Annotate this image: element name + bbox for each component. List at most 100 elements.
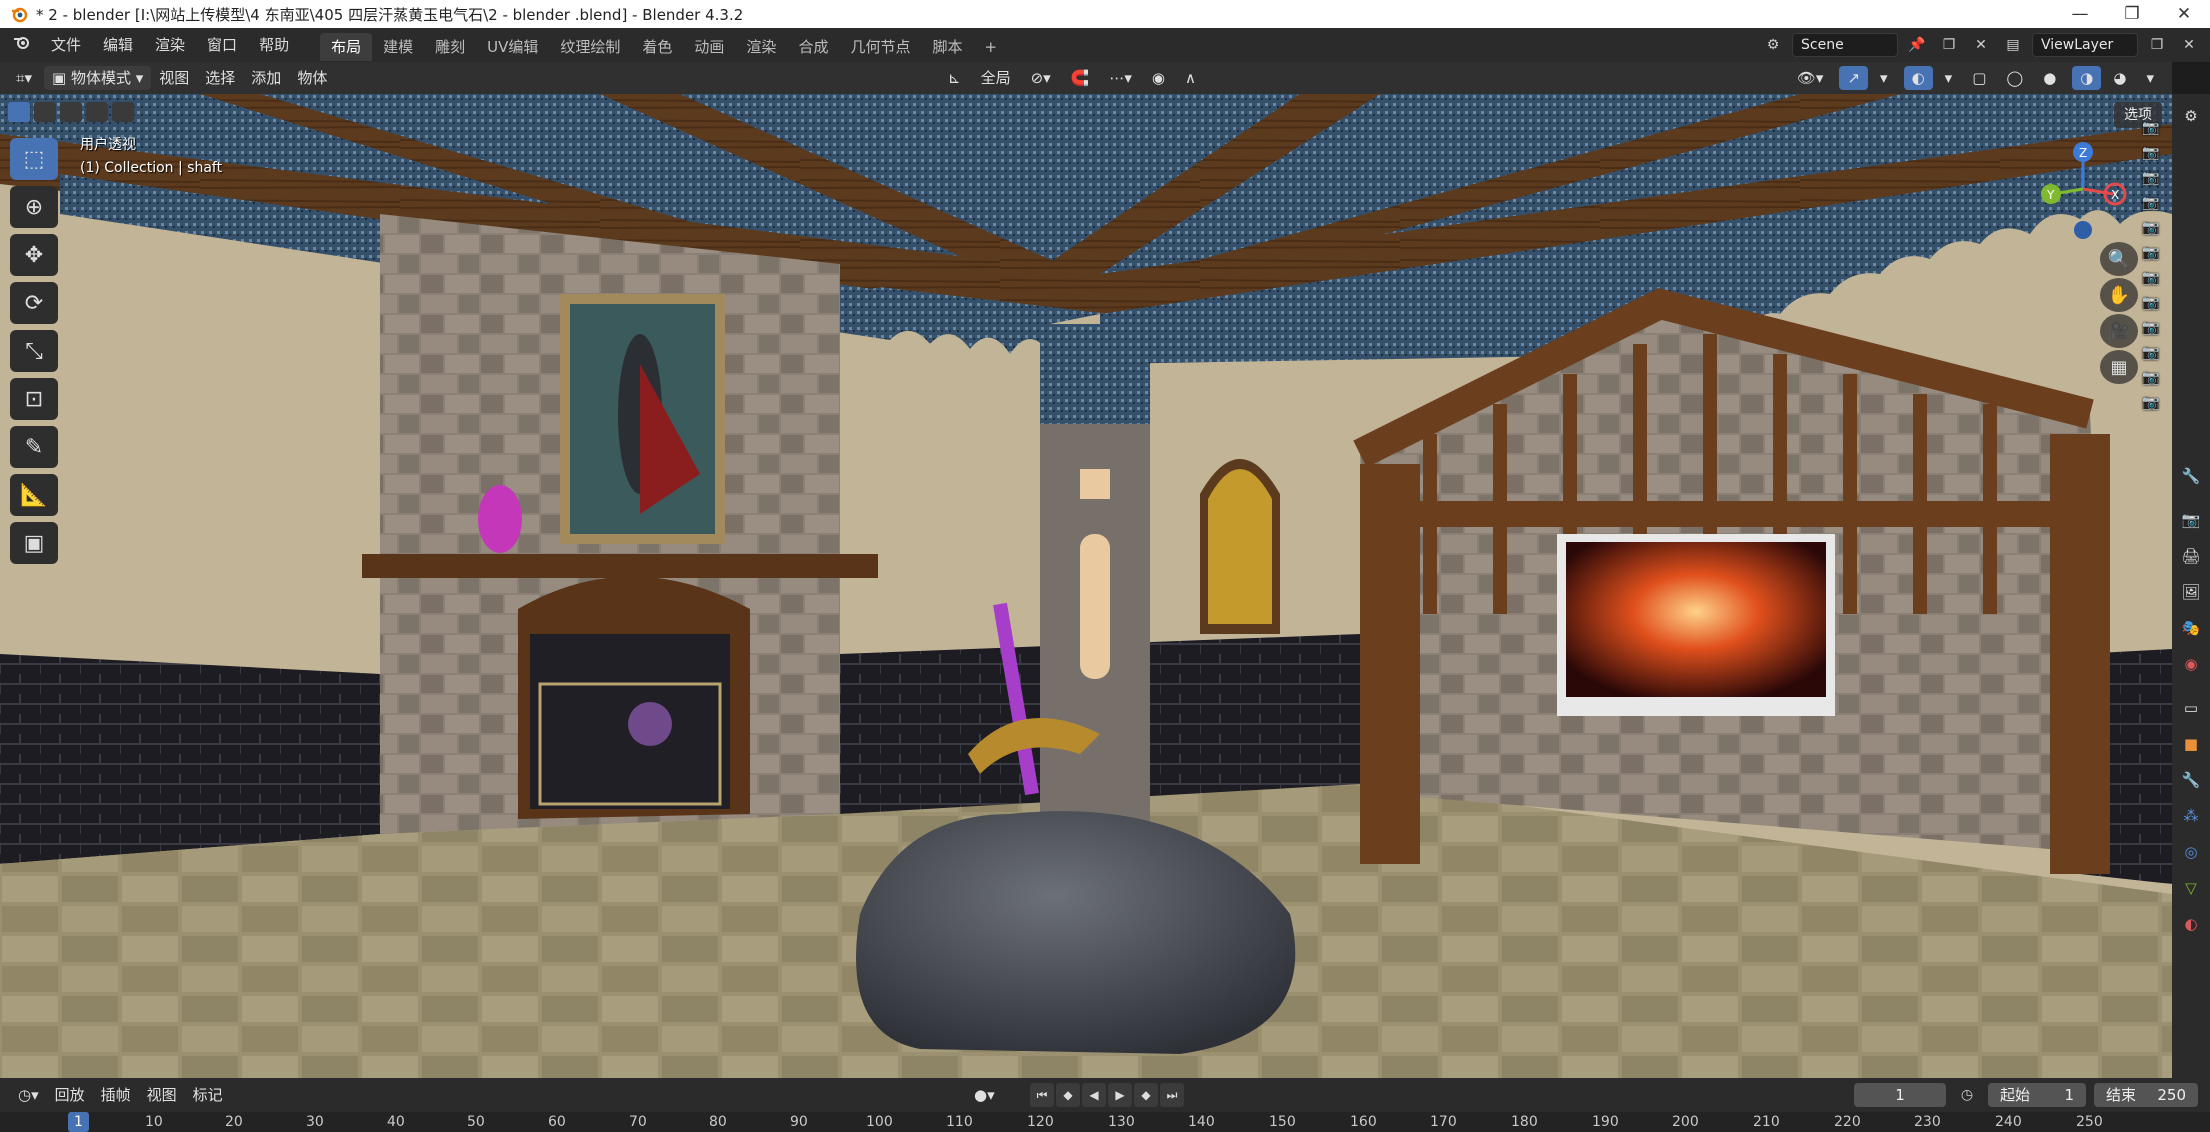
- close-button[interactable]: ✕: [2158, 0, 2210, 28]
- overlay-toggle-icon[interactable]: ◐: [1903, 66, 1933, 90]
- jump-end-icon[interactable]: ⏭: [1160, 1083, 1184, 1107]
- end-frame-field[interactable]: 结束 250: [2094, 1083, 2198, 1107]
- camera-visibility-icon[interactable]: 📷: [2140, 370, 2162, 387]
- physics-properties-icon[interactable]: ◎: [2181, 842, 2201, 862]
- xray-icon[interactable]: ▢: [1964, 66, 1994, 90]
- pan-hand-icon[interactable]: ✋: [2100, 278, 2138, 312]
- tab-rendering[interactable]: 渲染: [735, 33, 787, 61]
- tab-animation[interactable]: 动画: [683, 33, 735, 61]
- minimize-button[interactable]: —: [2054, 0, 2106, 28]
- material-properties-icon[interactable]: ◐: [2181, 914, 2201, 934]
- add-workspace-button[interactable]: +: [973, 33, 1008, 61]
- tab-layout[interactable]: 布局: [320, 33, 373, 61]
- menu-timeline-view[interactable]: 视图: [139, 1083, 185, 1107]
- select-invert-icon[interactable]: [86, 102, 108, 122]
- modifier-properties-icon[interactable]: 🔧: [2181, 770, 2201, 790]
- tab-sculpting[interactable]: 雕刻: [424, 33, 476, 61]
- add-cube-tool-icon[interactable]: ▣: [10, 522, 58, 564]
- preview-range-icon[interactable]: ◷: [1954, 1083, 1980, 1107]
- proportional-edit-icon[interactable]: ◉: [1144, 66, 1173, 90]
- new-view-layer-icon[interactable]: ❐: [2144, 33, 2170, 57]
- camera-visibility-icon[interactable]: 📷: [2140, 145, 2162, 162]
- object-data-properties-icon[interactable]: ▽: [2181, 878, 2201, 898]
- object-properties-icon[interactable]: ■: [2181, 734, 2201, 754]
- camera-visibility-icon[interactable]: 📷: [2140, 195, 2162, 212]
- play-icon[interactable]: ▶: [1108, 1083, 1132, 1107]
- tab-geometry-nodes[interactable]: 几何节点: [839, 33, 921, 61]
- camera-visibility-icon[interactable]: 📷: [2140, 220, 2162, 237]
- menu-playback[interactable]: 回放: [47, 1083, 93, 1107]
- measure-tool-icon[interactable]: 📐: [10, 474, 58, 516]
- solid-shading-icon[interactable]: ●: [2035, 66, 2064, 90]
- snap-icon[interactable]: 🧲: [1063, 66, 1098, 90]
- select-box-tool-icon[interactable]: ⬚: [10, 138, 58, 180]
- transform-orientation-dropdown[interactable]: 全局: [973, 66, 1019, 90]
- scene-name-field[interactable]: Scene: [1792, 33, 1898, 57]
- tab-shading[interactable]: 着色: [631, 33, 683, 61]
- tab-scripting[interactable]: 脚本: [921, 33, 973, 61]
- camera-visibility-icon[interactable]: 📷: [2140, 120, 2162, 137]
- view-layer-field[interactable]: ViewLayer: [2032, 33, 2138, 57]
- overlay-dropdown-icon[interactable]: ▾: [1937, 66, 1961, 90]
- menu-keying[interactable]: 插帧: [93, 1083, 139, 1107]
- blender-menu-icon[interactable]: [0, 28, 40, 62]
- camera-visibility-icon[interactable]: 📷: [2140, 320, 2162, 337]
- current-frame-field[interactable]: 1: [1854, 1083, 1946, 1107]
- 3d-viewport[interactable]: 用户透视 (1) Collection | shaft ⬚ ⊕ ✥ ⟳ ⤡ ⊡ …: [0, 94, 2172, 1078]
- select-subtract-icon[interactable]: [60, 102, 82, 122]
- jump-start-icon[interactable]: ⏮: [1030, 1083, 1054, 1107]
- auto-keying-icon[interactable]: ●▾: [966, 1083, 1003, 1107]
- jump-keyframe-back-icon[interactable]: ◆: [1056, 1083, 1080, 1107]
- transform-tool-icon[interactable]: ⊡: [10, 378, 58, 420]
- visibility-icon[interactable]: 👁▾: [1789, 66, 1832, 90]
- material-preview-icon[interactable]: ◑: [2072, 66, 2102, 90]
- tab-modeling[interactable]: 建模: [372, 33, 424, 61]
- scene-properties-icon[interactable]: 🎭: [2181, 618, 2201, 638]
- tab-texture-paint[interactable]: 纹理绘制: [549, 33, 631, 61]
- snap-target-icon[interactable]: ⋯▾: [1101, 66, 1140, 90]
- tab-compositing[interactable]: 合成: [787, 33, 839, 61]
- collection-properties-icon[interactable]: ▭: [2181, 698, 2201, 718]
- menu-view[interactable]: 视图: [151, 66, 197, 90]
- select-extend-icon[interactable]: [34, 102, 56, 122]
- scale-tool-icon[interactable]: ⤡: [10, 330, 58, 372]
- menu-render[interactable]: 渲染: [144, 28, 196, 62]
- ortho-grid-icon[interactable]: ▦: [2100, 350, 2138, 384]
- camera-visibility-icon[interactable]: 📷: [2140, 170, 2162, 187]
- jump-keyframe-forward-icon[interactable]: ◆: [1134, 1083, 1158, 1107]
- frame-tick-current[interactable]: 1: [68, 1112, 89, 1132]
- menu-help[interactable]: 帮助: [248, 28, 300, 62]
- view-layer-icon[interactable]: ▤: [2000, 33, 2026, 57]
- rotate-tool-icon[interactable]: ⟳: [10, 282, 58, 324]
- select-intersect-icon[interactable]: [112, 102, 134, 122]
- menu-object[interactable]: 物体: [289, 66, 335, 90]
- timeline-ruler[interactable]: 1 10 20 30 40 50 60 70 80 90 100 110 120…: [0, 1112, 2210, 1132]
- transform-orientation-icon[interactable]: ⊾: [940, 66, 969, 90]
- scene-icon[interactable]: ⚙: [1760, 33, 1786, 57]
- proportional-falloff-icon[interactable]: ∧: [1177, 66, 1204, 90]
- camera-visibility-icon[interactable]: 📷: [2140, 270, 2162, 287]
- move-tool-icon[interactable]: ✥: [10, 234, 58, 276]
- gizmo-toggle-icon[interactable]: ↗: [1839, 66, 1869, 90]
- tool-settings-icon[interactable]: ⚙: [2181, 106, 2201, 126]
- zoom-icon[interactable]: 🔍: [2100, 242, 2138, 276]
- camera-visibility-icon[interactable]: 📷: [2140, 395, 2162, 412]
- camera-view-icon[interactable]: 🎥: [2100, 314, 2138, 348]
- view-layer-properties-icon[interactable]: 🖼: [2181, 582, 2201, 602]
- menu-file[interactable]: 文件: [40, 28, 92, 62]
- render-properties-icon[interactable]: 📷: [2181, 510, 2201, 530]
- menu-edit[interactable]: 编辑: [92, 28, 144, 62]
- play-reverse-icon[interactable]: ◀: [1082, 1083, 1106, 1107]
- menu-add[interactable]: 添加: [243, 66, 289, 90]
- start-frame-field[interactable]: 起始 1: [1988, 1083, 2086, 1107]
- new-scene-icon[interactable]: ❐: [1936, 33, 1962, 57]
- menu-select[interactable]: 选择: [197, 66, 243, 90]
- delete-scene-icon[interactable]: ✕: [1968, 33, 1994, 57]
- pivot-point-icon[interactable]: ⊘▾: [1023, 66, 1059, 90]
- tab-uv-editing[interactable]: UV编辑: [476, 33, 549, 61]
- camera-visibility-icon[interactable]: 📷: [2140, 345, 2162, 362]
- editor-type-button[interactable]: ⌗▾: [8, 66, 40, 90]
- navigation-gizmo[interactable]: Z Y X: [2028, 134, 2138, 244]
- timeline-editor-type-icon[interactable]: ◷▾: [10, 1083, 47, 1107]
- delete-view-layer-icon[interactable]: ✕: [2176, 33, 2202, 57]
